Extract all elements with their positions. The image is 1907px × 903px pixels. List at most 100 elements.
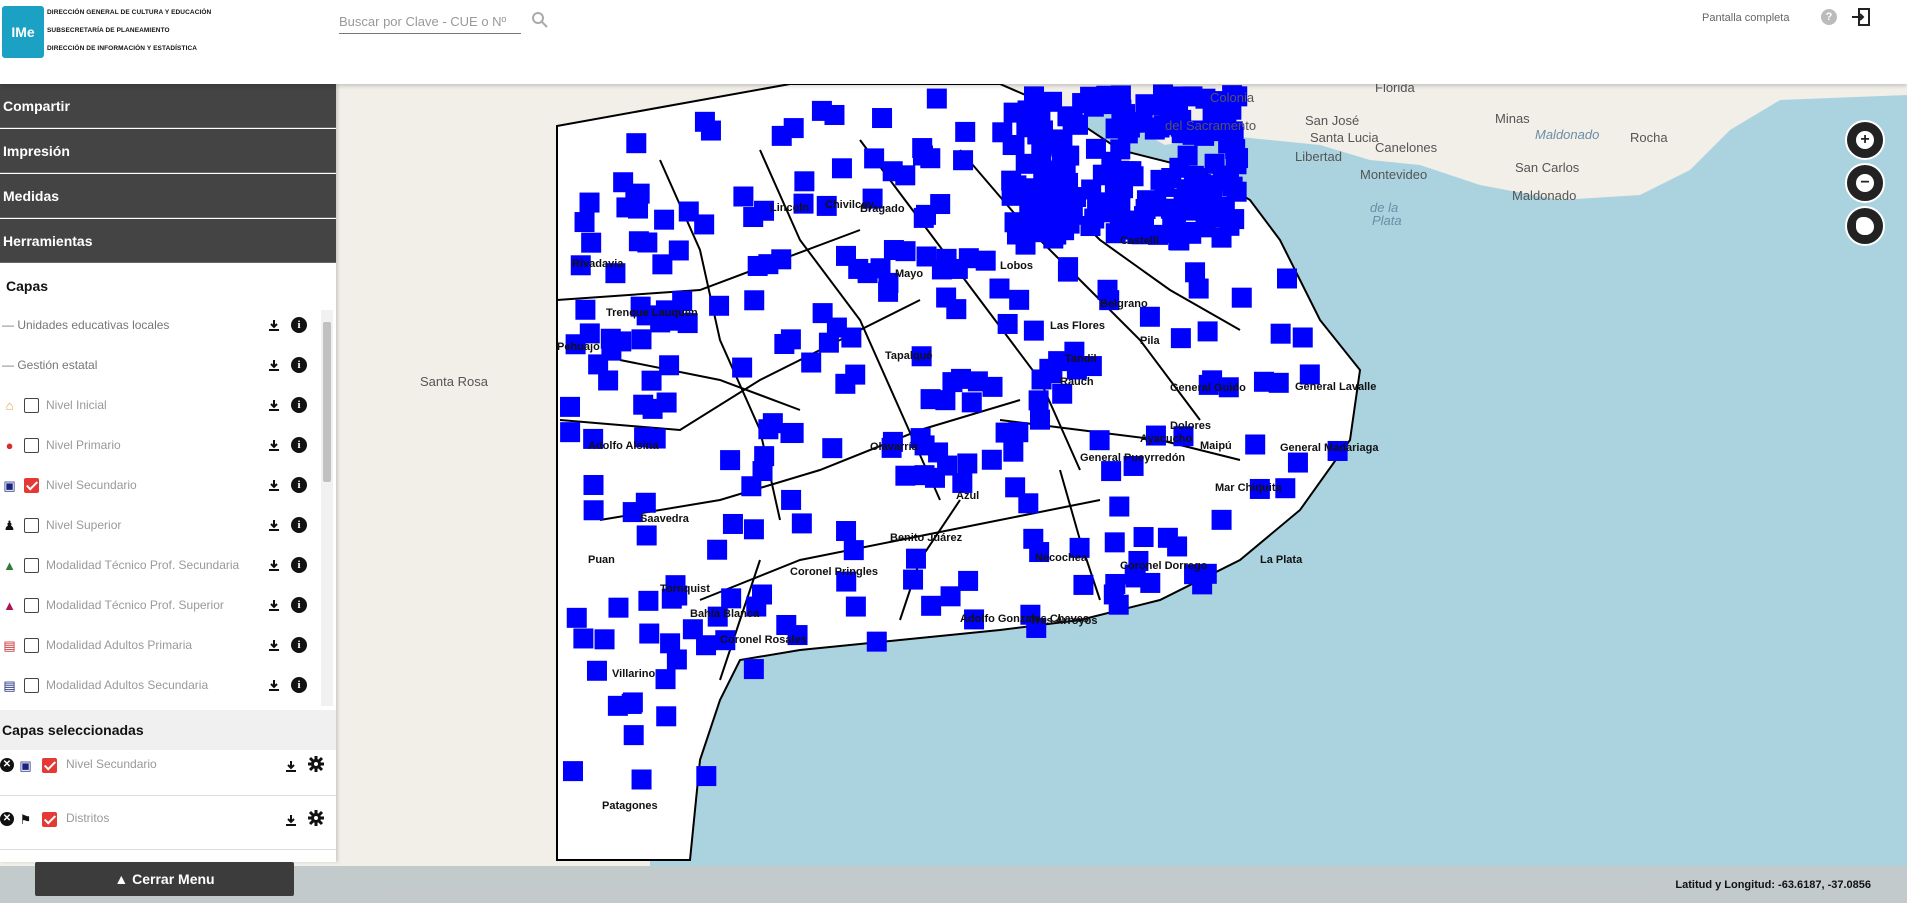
school-marker[interactable] bbox=[607, 695, 628, 716]
school-marker[interactable] bbox=[581, 232, 602, 253]
school-marker[interactable] bbox=[921, 595, 942, 616]
school-marker[interactable] bbox=[951, 368, 972, 389]
layer-checkbox[interactable] bbox=[24, 638, 39, 653]
school-marker[interactable] bbox=[707, 539, 728, 560]
school-marker[interactable] bbox=[600, 328, 621, 349]
download-icon[interactable] bbox=[268, 559, 280, 572]
school-marker[interactable] bbox=[743, 519, 764, 540]
school-marker[interactable] bbox=[1253, 371, 1274, 392]
info-icon[interactable]: i bbox=[291, 357, 307, 373]
school-marker[interactable] bbox=[1270, 323, 1291, 344]
school-marker[interactable] bbox=[1072, 93, 1093, 114]
selected-layer-row[interactable]: ✕ ▣ Nivel Secundario bbox=[0, 754, 336, 796]
school-marker[interactable] bbox=[1003, 441, 1024, 462]
school-marker[interactable] bbox=[566, 607, 587, 628]
school-marker[interactable] bbox=[864, 148, 885, 169]
school-marker[interactable] bbox=[574, 212, 595, 233]
remove-icon[interactable]: ✕ bbox=[0, 758, 14, 772]
school-marker[interactable] bbox=[845, 596, 866, 617]
school-marker[interactable] bbox=[594, 629, 615, 650]
school-marker[interactable] bbox=[562, 761, 583, 782]
school-marker[interactable] bbox=[1141, 196, 1162, 217]
layer-checkbox[interactable] bbox=[24, 678, 39, 693]
school-marker[interactable] bbox=[1062, 111, 1083, 132]
school-marker[interactable] bbox=[623, 725, 644, 746]
menu-medidas[interactable]: Medidas bbox=[0, 174, 336, 218]
school-marker[interactable] bbox=[1169, 230, 1190, 251]
school-marker[interactable] bbox=[654, 209, 675, 230]
school-marker[interactable] bbox=[1164, 86, 1185, 107]
school-marker[interactable] bbox=[1132, 112, 1153, 133]
school-marker[interactable] bbox=[1231, 287, 1252, 308]
layer-scrollbar[interactable] bbox=[321, 310, 333, 706]
school-marker[interactable] bbox=[997, 313, 1018, 334]
school-marker[interactable] bbox=[961, 392, 982, 413]
school-marker[interactable] bbox=[655, 669, 676, 690]
school-marker[interactable] bbox=[1062, 204, 1083, 225]
school-marker[interactable] bbox=[935, 390, 956, 411]
layer-checkbox[interactable] bbox=[24, 398, 39, 413]
school-marker[interactable] bbox=[1029, 409, 1050, 430]
layer-row[interactable]: ● Nivel Primario i bbox=[0, 434, 320, 458]
layer-checkbox[interactable] bbox=[24, 598, 39, 613]
school-marker[interactable] bbox=[1058, 172, 1079, 193]
school-marker[interactable] bbox=[866, 631, 887, 652]
layer-checkbox[interactable] bbox=[42, 758, 57, 773]
gear-icon[interactable] bbox=[308, 756, 324, 772]
school-marker[interactable] bbox=[1177, 145, 1198, 166]
school-marker[interactable] bbox=[903, 569, 924, 590]
school-marker[interactable] bbox=[1084, 208, 1105, 229]
school-marker[interactable] bbox=[747, 255, 768, 276]
layer-checkbox[interactable] bbox=[42, 812, 57, 827]
download-icon[interactable] bbox=[285, 814, 297, 827]
info-icon[interactable]: i bbox=[291, 597, 307, 613]
layer-row[interactable]: ▤ Modalidad Adultos Primaria i bbox=[0, 634, 320, 658]
school-marker[interactable] bbox=[926, 88, 947, 109]
school-marker[interactable] bbox=[586, 660, 607, 681]
school-marker[interactable] bbox=[931, 259, 952, 280]
school-marker[interactable] bbox=[613, 172, 634, 193]
download-icon[interactable] bbox=[268, 319, 280, 332]
school-marker[interactable] bbox=[1101, 461, 1122, 482]
school-marker[interactable] bbox=[981, 449, 1002, 470]
help-icon[interactable]: ? bbox=[1821, 9, 1837, 25]
info-icon[interactable]: i bbox=[291, 637, 307, 653]
school-marker[interactable] bbox=[668, 240, 689, 261]
school-marker[interactable] bbox=[1157, 527, 1178, 548]
download-icon[interactable] bbox=[268, 399, 280, 412]
menu-compartir[interactable]: Compartir bbox=[0, 84, 336, 128]
school-marker[interactable] bbox=[836, 521, 857, 542]
school-marker[interactable] bbox=[720, 450, 741, 471]
school-marker[interactable] bbox=[752, 461, 773, 482]
school-marker[interactable] bbox=[995, 422, 1016, 443]
school-marker[interactable] bbox=[843, 540, 864, 561]
layer-row[interactable]: ▲ Modalidad Técnico Prof. Secundaria i bbox=[0, 554, 320, 578]
province-extent-button[interactable] bbox=[1845, 206, 1885, 246]
school-marker[interactable] bbox=[957, 453, 978, 474]
school-marker[interactable] bbox=[940, 586, 961, 607]
school-marker[interactable] bbox=[1023, 320, 1044, 341]
school-marker[interactable] bbox=[1140, 572, 1161, 593]
school-marker[interactable] bbox=[781, 489, 802, 510]
layer-row[interactable]: ▲ Modalidad Técnico Prof. Superior i bbox=[0, 594, 320, 618]
school-marker[interactable] bbox=[791, 513, 812, 534]
school-marker[interactable] bbox=[905, 548, 926, 569]
layer-row[interactable]: — Gestión estatal i bbox=[0, 354, 320, 378]
remove-icon[interactable]: ✕ bbox=[0, 812, 14, 826]
school-marker[interactable] bbox=[895, 465, 916, 486]
menu-herramientas[interactable]: Herramientas bbox=[0, 219, 336, 263]
school-marker[interactable] bbox=[1089, 430, 1110, 451]
school-marker[interactable] bbox=[822, 438, 843, 459]
school-marker[interactable] bbox=[666, 649, 687, 670]
school-marker[interactable] bbox=[758, 419, 779, 440]
school-marker[interactable] bbox=[1008, 179, 1029, 200]
download-icon[interactable] bbox=[268, 519, 280, 532]
school-marker[interactable] bbox=[1019, 204, 1040, 225]
school-marker[interactable] bbox=[1057, 261, 1078, 282]
school-marker[interactable] bbox=[616, 197, 637, 218]
school-marker[interactable] bbox=[1103, 584, 1124, 605]
school-marker[interactable] bbox=[1042, 91, 1063, 112]
school-marker[interactable] bbox=[1033, 162, 1054, 183]
school-marker[interactable] bbox=[1150, 169, 1171, 190]
info-icon[interactable]: i bbox=[291, 317, 307, 333]
